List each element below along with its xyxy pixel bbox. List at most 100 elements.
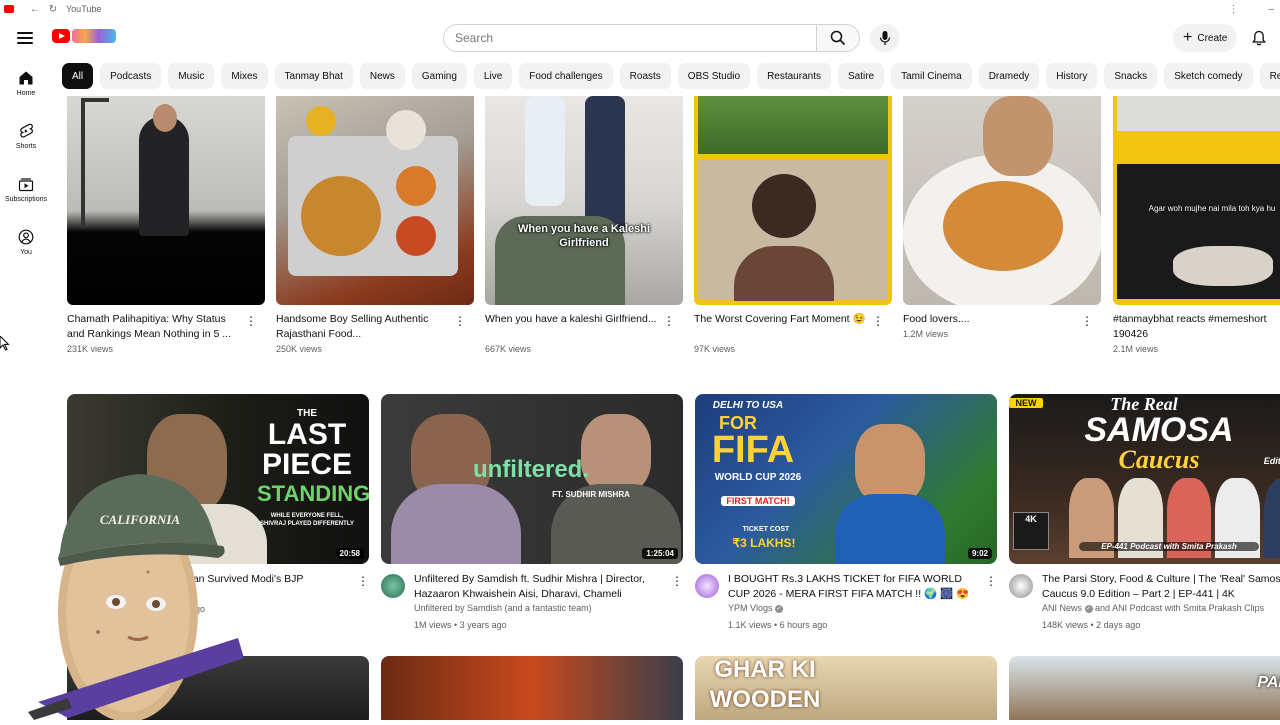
- more-actions-icon[interactable]: ⋮: [454, 315, 466, 327]
- you-icon: [18, 229, 34, 245]
- short-views: 250K views: [276, 344, 323, 354]
- thumbnail-text: TICKET COST: [742, 526, 790, 533]
- reload-icon[interactable]: ↻: [46, 4, 60, 15]
- sidebar-item-subscriptions[interactable]: Subscriptions: [0, 164, 52, 217]
- notifications-button[interactable]: [1249, 28, 1269, 48]
- short-item[interactable]: Chamath Palihapitiya: Why Status and Ran…: [67, 96, 265, 354]
- short-thumbnail[interactable]: [276, 96, 474, 305]
- chip-recently-uploaded[interactable]: Recently uploaded: [1259, 63, 1280, 89]
- chip-sketch-comedy[interactable]: Sketch comedy: [1164, 63, 1253, 89]
- streamer-avatar-overlay: CALIFORNIA: [28, 462, 258, 722]
- window-title: YouTube: [66, 4, 102, 14]
- chip-mixes[interactable]: Mixes: [221, 63, 268, 89]
- thumbnail-text: PANE: [1257, 674, 1280, 691]
- video-thumbnail[interactable]: NEW The Real SAMOSA Caucus Edition 4K EP…: [1009, 394, 1280, 564]
- video-meta: 1M views • 3 years ago: [414, 620, 507, 630]
- more-actions-icon[interactable]: ⋮: [985, 575, 997, 587]
- short-item[interactable]: The Worst Covering Fart Moment 😉 97K vie…: [694, 96, 892, 354]
- youtube-logo[interactable]: [52, 29, 116, 43]
- short-item[interactable]: Handsome Boy Selling Authentic Rajasthan…: [276, 96, 474, 354]
- short-item[interactable]: When you have a Kaleshi Girlfriend When …: [485, 96, 683, 354]
- video-card[interactable]: DELHI TO USA FOR FIFA WORLD CUP 2026 FIR…: [695, 394, 997, 630]
- chip-tamil-cinema[interactable]: Tamil Cinema: [891, 63, 972, 89]
- search-button[interactable]: [816, 24, 860, 52]
- video-meta: 1.1K views • 6 hours ago: [728, 620, 828, 630]
- short-thumbnail[interactable]: Agar woh mujhe nai mila toh kya hu: [1113, 96, 1280, 305]
- chip-news[interactable]: News: [359, 63, 405, 89]
- chip-dramedy[interactable]: Dramedy: [978, 63, 1040, 89]
- chip-roasts[interactable]: Roasts: [619, 63, 671, 89]
- youtube-doodle: [72, 29, 116, 43]
- video-card[interactable]: unfiltered. FT. SUDHIR MISHRA 1:25:04 Un…: [381, 394, 683, 630]
- sidebar-item-you[interactable]: You: [0, 217, 52, 270]
- short-item[interactable]: Food lovers.... 1.2M views ⋮: [903, 96, 1101, 339]
- thumbnail-text: WORLD CUP 2026: [714, 472, 802, 483]
- guide-menu-button[interactable]: [14, 28, 36, 48]
- video-thumbnail[interactable]: GHAR KI WOODEN: [695, 656, 997, 720]
- more-actions-icon[interactable]: ⋮: [1081, 315, 1093, 327]
- short-title[interactable]: When you have a kaleshi Girlfriend...: [485, 312, 657, 327]
- sidebar-item-label: Subscriptions: [4, 196, 48, 203]
- channel-collab[interactable]: and ANI Podcast with Smita Prakash Clips: [1095, 603, 1264, 613]
- more-actions-icon[interactable]: ⋮: [872, 315, 884, 327]
- video-thumbnail[interactable]: PANE: [1009, 656, 1280, 720]
- more-actions-icon[interactable]: ⋮: [357, 575, 369, 587]
- chip-all[interactable]: All: [62, 63, 94, 89]
- channel-avatar[interactable]: [1009, 574, 1033, 598]
- chip-obs-studio[interactable]: OBS Studio: [677, 63, 751, 89]
- sidebar-item-home[interactable]: Home: [0, 58, 52, 111]
- video-thumbnail[interactable]: DELHI TO USA FOR FIFA WORLD CUP 2026 FIR…: [695, 394, 997, 564]
- create-label: Create: [1197, 32, 1228, 44]
- back-icon[interactable]: ←: [28, 4, 42, 15]
- more-actions-icon[interactable]: ⋮: [663, 315, 675, 327]
- chip-gaming[interactable]: Gaming: [411, 63, 467, 89]
- cap-logo-text: CALIFORNIA: [100, 512, 181, 527]
- short-title[interactable]: The Worst Covering Fart Moment 😉: [694, 312, 866, 327]
- short-thumbnail[interactable]: [67, 96, 265, 305]
- short-title[interactable]: Food lovers....: [903, 312, 1075, 327]
- video-title[interactable]: The Parsi Story, Food & Culture | The 'R…: [1042, 572, 1280, 602]
- more-actions-icon[interactable]: ⋮: [671, 575, 683, 587]
- voice-search-button[interactable]: [870, 24, 900, 52]
- more-options-icon[interactable]: ⋮: [1228, 4, 1238, 15]
- sidebar-item-shorts[interactable]: Shorts: [0, 111, 52, 164]
- chip-tanmay-bhat[interactable]: Tanmay Bhat: [274, 63, 353, 89]
- chip-live[interactable]: Live: [473, 63, 513, 89]
- video-title[interactable]: I BOUGHT Rs.3 LAKHS TICKET for FIFA WORL…: [728, 572, 978, 602]
- channel-avatar[interactable]: [381, 574, 405, 598]
- channel-name[interactable]: ANI News: [1042, 603, 1082, 613]
- minimize-icon[interactable]: –: [1268, 4, 1274, 15]
- create-button[interactable]: + Create: [1173, 24, 1238, 52]
- short-thumbnail[interactable]: When you have a Kaleshi Girlfriend: [485, 96, 683, 305]
- chip-restaurants[interactable]: Restaurants: [757, 63, 831, 89]
- chip-snacks[interactable]: Snacks: [1104, 63, 1158, 89]
- channel-avatar[interactable]: [695, 574, 719, 598]
- chip-history[interactable]: History: [1046, 63, 1098, 89]
- short-thumbnail[interactable]: [903, 96, 1101, 305]
- thumbnail-text: STANDING: [257, 481, 369, 506]
- video-title[interactable]: Unfiltered By Samdish ft. Sudhir Mishra …: [414, 572, 664, 602]
- channel-name[interactable]: Unfiltered by Samdish (and a fantastic t…: [414, 603, 592, 613]
- thumbnail-text: PIECE: [261, 448, 353, 481]
- video-card[interactable]: NEW The Real SAMOSA Caucus Edition 4K EP…: [1009, 394, 1280, 630]
- video-thumbnail[interactable]: unfiltered. FT. SUDHIR MISHRA 1:25:04: [381, 394, 683, 564]
- video-thumbnail[interactable]: [381, 656, 683, 720]
- home-icon: [19, 71, 33, 85]
- chip-podcasts[interactable]: Podcasts: [100, 63, 162, 89]
- short-title[interactable]: Chamath Palihapitiya: Why Status and Ran…: [67, 312, 239, 342]
- short-title[interactable]: Handsome Boy Selling Authentic Rajasthan…: [276, 312, 448, 342]
- chip-food-challenges[interactable]: Food challenges: [519, 63, 613, 89]
- short-views: 1.2M views: [903, 329, 949, 339]
- short-title[interactable]: #tanmaybhat reacts #memeshort 190426: [1113, 312, 1280, 342]
- chip-music[interactable]: Music: [168, 63, 215, 89]
- search-box: [443, 24, 817, 52]
- short-thumbnail[interactable]: [694, 96, 892, 305]
- channel-name[interactable]: YPM Vlogs: [728, 603, 773, 613]
- chip-satire[interactable]: Satire: [837, 63, 885, 89]
- more-actions-icon[interactable]: ⋮: [245, 315, 257, 327]
- search-input[interactable]: [455, 31, 816, 45]
- short-item[interactable]: Agar woh mujhe nai mila toh kya hu #tanm…: [1113, 96, 1280, 354]
- thumbnail-text: GHAR KI: [714, 656, 816, 683]
- masthead: + Create: [0, 18, 1280, 58]
- thumbnail-text: LAST: [267, 418, 347, 451]
